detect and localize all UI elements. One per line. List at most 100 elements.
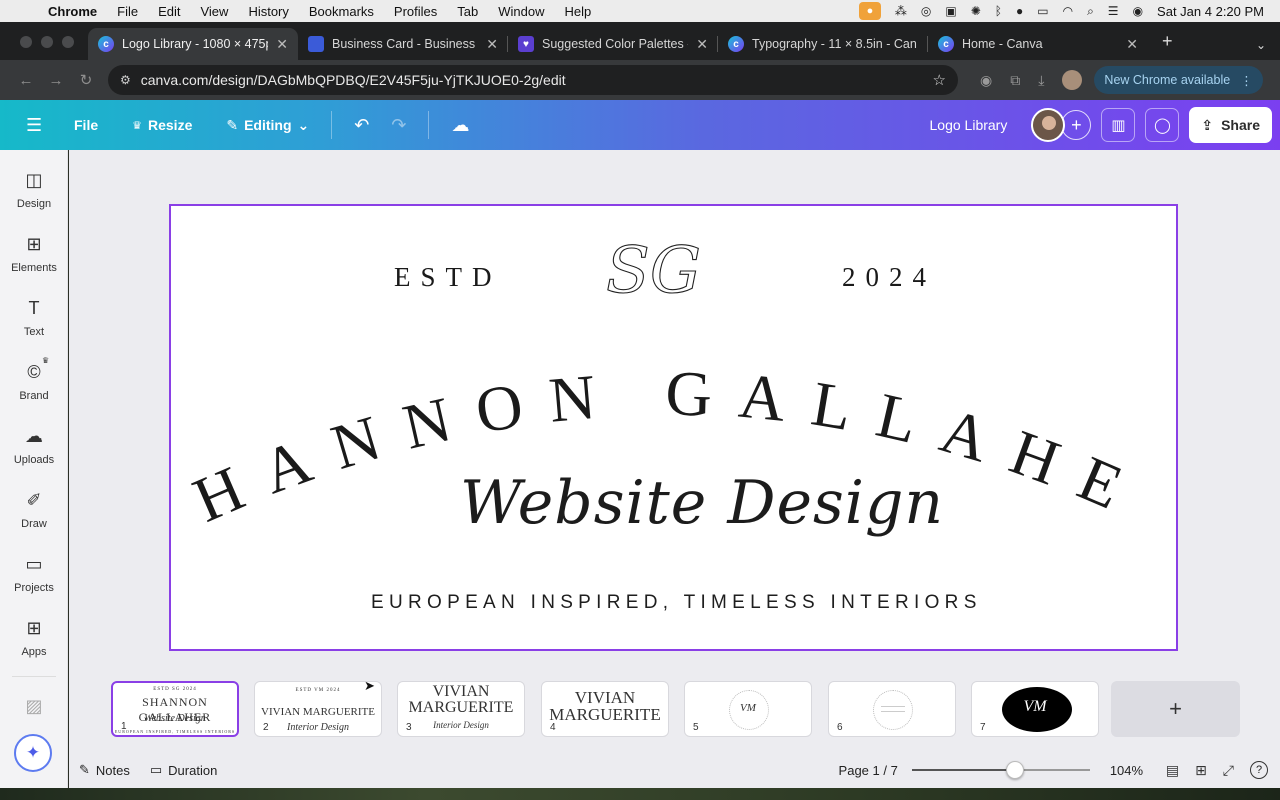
rail-brand[interactable]: © Brand	[0, 362, 68, 402]
website-design-script[interactable]: Website Design	[460, 468, 944, 538]
minimize-window-button[interactable]	[41, 36, 53, 48]
estd-text[interactable]: ESTD	[394, 262, 502, 293]
share-button[interactable]: ⇪ Share	[1189, 107, 1272, 143]
tab-typography[interactable]: c Typography - 11 × 8.5in - Can	[718, 28, 928, 60]
menu-app-name[interactable]: Chrome	[48, 4, 97, 19]
close-window-button[interactable]	[20, 36, 32, 48]
address-bar[interactable]: ⚙ canva.com/design/DAGbMbQPDBQ/E2V45F5ju…	[108, 65, 958, 95]
address-url[interactable]: canva.com/design/DAGbMbQPDBQ/E2V45F5ju-Y…	[141, 72, 933, 88]
undo-icon[interactable]: ↶	[354, 115, 369, 136]
tab-color-palettes[interactable]: ♥ Suggested Color Palettes - 10 ✕	[508, 28, 718, 60]
rail-apps[interactable]: ⊞ Apps	[0, 618, 68, 658]
menu-bookmarks[interactable]: Bookmarks	[309, 4, 374, 19]
zoom-knob[interactable]	[1006, 761, 1025, 779]
new-chrome-available-button[interactable]: New Chrome available ⋮	[1094, 66, 1263, 94]
wifi-icon[interactable]: ◠	[1063, 4, 1073, 18]
creative-cloud-icon[interactable]: ◎	[921, 4, 931, 18]
magic-assistant-icon[interactable]: ✦	[14, 734, 52, 772]
rail-label: Design	[16, 198, 52, 210]
close-tab-icon[interactable]: ✕	[696, 36, 708, 53]
chevron-down-icon: ⌄	[297, 116, 310, 133]
grid-view-icon[interactable]: ▤	[1166, 762, 1179, 779]
site-info-icon[interactable]: ⚙	[120, 73, 131, 87]
tab-logo-library[interactable]: c Logo Library - 1080 × 475px ✕	[88, 28, 298, 60]
insights-icon[interactable]: ▥	[1101, 108, 1136, 142]
redo-icon[interactable]: ↷	[391, 115, 406, 136]
tagline-text[interactable]: EUROPEAN INSPIRED, TIMELESS INTERIORS	[371, 592, 982, 614]
cloud-saved-icon[interactable]: ☁	[451, 115, 469, 136]
window-controls	[0, 36, 88, 60]
file-button[interactable]: File	[74, 117, 98, 133]
rail-magic-media[interactable]: ▨	[0, 696, 68, 724]
close-tab-icon[interactable]: ✕	[1126, 36, 1138, 53]
rail-draw[interactable]: ✐ Draw	[0, 490, 68, 530]
year-text[interactable]: 2024	[842, 262, 936, 293]
page-thumbnail-7[interactable]: VM 7	[971, 681, 1099, 737]
menubar-clock[interactable]: Sat Jan 4 2:20 PM	[1157, 4, 1264, 19]
duration-button[interactable]: ▭ Duration	[150, 762, 217, 778]
page-thumbnail-6[interactable]: 6	[828, 681, 956, 737]
rail-projects[interactable]: ▭ Projects	[0, 554, 68, 594]
notes-button[interactable]: ✎ Notes	[79, 762, 130, 778]
reload-icon[interactable]: ↻	[76, 71, 96, 89]
camera-icon[interactable]: ◉	[980, 72, 992, 89]
user-icon[interactable]: ●	[1016, 4, 1023, 18]
download-icon[interactable]: ⤓	[1038, 72, 1044, 89]
tab-business-card[interactable]: Business Card - Business Car ✕	[298, 28, 508, 60]
battery-icon[interactable]: ▭	[1037, 4, 1048, 18]
page-thumbnail-1[interactable]: ESTD SG 2024 SHANNON GALLAHER Website De…	[111, 681, 239, 737]
microphone-icon[interactable]: ●	[858, 2, 881, 20]
add-collaborator-button[interactable]: +	[1061, 110, 1092, 140]
project-name[interactable]: Logo Library	[930, 117, 1008, 133]
resize-button[interactable]: ♛ Resize	[132, 117, 192, 133]
thumbnail-grid-icon[interactable]: ⊞	[1195, 762, 1207, 779]
page-indicator[interactable]: Page 1 / 7	[839, 763, 898, 778]
zoom-slider[interactable]	[911, 761, 1090, 779]
help-icon[interactable]: ?	[1250, 761, 1268, 779]
control-center-icon[interactable]: ☰	[1108, 4, 1119, 18]
rail-elements[interactable]: ⊞ Elements	[0, 234, 68, 274]
menu-profiles[interactable]: Profiles	[394, 4, 437, 19]
tab-home-canva[interactable]: c Home - Canva ✕	[928, 28, 1148, 60]
page-thumbnail-5[interactable]: VM 5	[684, 681, 812, 737]
rail-label: Apps	[21, 646, 47, 658]
rail-text[interactable]: T Text	[0, 298, 68, 338]
bluetooth-icon[interactable]: ᛒ	[995, 4, 1002, 18]
dots-icon[interactable]: ⁂	[895, 4, 907, 18]
menu-window[interactable]: Window	[498, 4, 544, 19]
chevron-down-icon[interactable]: ⌄	[1256, 38, 1266, 52]
profile-avatar[interactable]	[1062, 70, 1083, 90]
new-tab-button[interactable]: +	[1162, 31, 1173, 52]
add-page-button[interactable]: +	[1111, 681, 1240, 737]
page-thumbnail-3[interactable]: VIVIAN MARGUERITE Interior Design 3	[397, 681, 525, 737]
sg-monogram[interactable]: SG	[600, 232, 740, 312]
menu-icon[interactable]: ☰	[26, 115, 42, 136]
rail-uploads[interactable]: ☁ Uploads	[0, 426, 68, 466]
close-tab-icon[interactable]: ✕	[276, 36, 288, 53]
page-thumbnail-2[interactable]: ESTD VM 2024 VIVIAN MARGUERITE Interior …	[254, 681, 382, 737]
back-icon[interactable]: ←	[16, 72, 36, 89]
zoom-level[interactable]: 104%	[1110, 763, 1150, 778]
menu-help[interactable]: Help	[565, 4, 592, 19]
extensions-icon[interactable]: ⧉	[1010, 72, 1020, 89]
search-icon[interactable]: ⌕	[1087, 4, 1094, 19]
page-thumbnail-4[interactable]: VIVIAN MARGUERITE 4	[541, 681, 669, 737]
screen-icon[interactable]: ▣	[945, 4, 956, 18]
menu-view[interactable]: View	[200, 4, 228, 19]
brightness-icon[interactable]: ✺	[971, 4, 981, 18]
menu-edit[interactable]: Edit	[158, 4, 180, 19]
browser-tab-strip: c Logo Library - 1080 × 475px ✕ Business…	[0, 22, 1280, 60]
zoom-window-button[interactable]	[62, 36, 74, 48]
menu-tab[interactable]: Tab	[457, 4, 478, 19]
avatar[interactable]	[1031, 108, 1066, 142]
forward-icon[interactable]: →	[46, 72, 66, 89]
menu-history[interactable]: History	[248, 4, 288, 19]
editing-mode-button[interactable]: ✎ Editing ⌄	[226, 117, 309, 134]
close-tab-icon[interactable]: ✕	[486, 36, 498, 53]
rail-design[interactable]: ◫ Design	[0, 170, 68, 210]
siri-icon[interactable]: ◉	[1133, 4, 1143, 18]
menu-file[interactable]: File	[117, 4, 138, 19]
fullscreen-icon[interactable]: ⤢	[1223, 762, 1234, 779]
bookmark-star-icon[interactable]: ☆	[933, 71, 946, 89]
comment-icon[interactable]: ◯	[1145, 108, 1180, 142]
